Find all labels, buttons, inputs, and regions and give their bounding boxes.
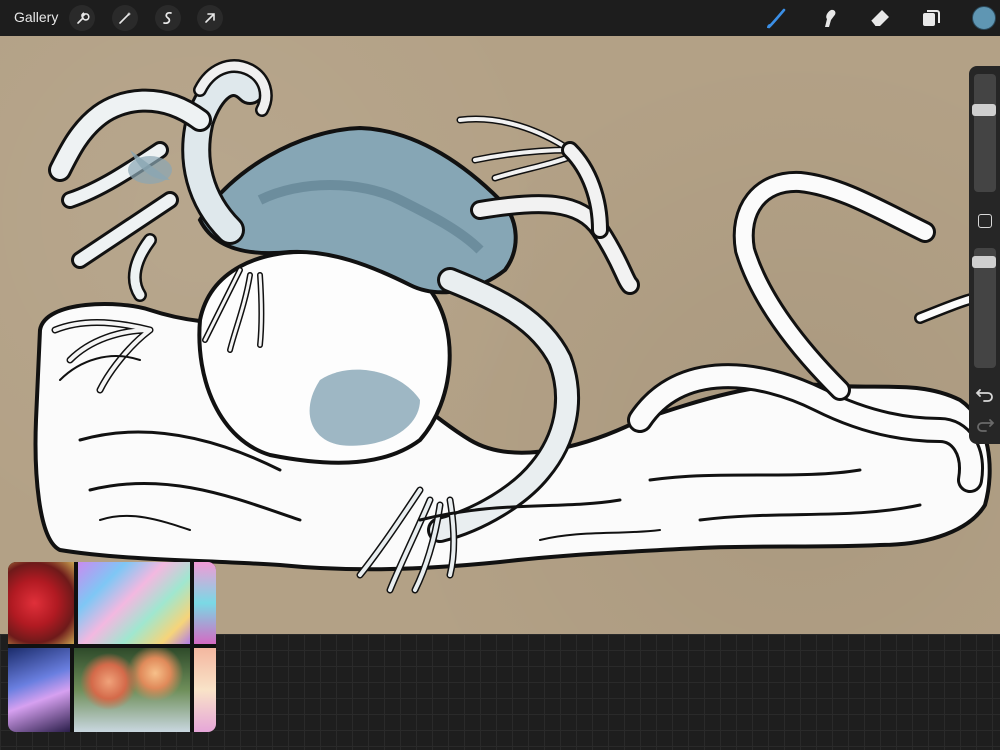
modify-button[interactable]: [978, 214, 992, 228]
opacity-thumb[interactable]: [972, 256, 996, 268]
reference-photo-pastel-edge: [194, 648, 216, 732]
brush-size-thumb[interactable]: [972, 104, 996, 116]
brush-size-slider[interactable]: [972, 74, 996, 192]
redo-icon[interactable]: [975, 416, 995, 432]
transform-arrow-icon[interactable]: [197, 5, 223, 31]
drawing-canvas[interactable]: [0, 36, 1000, 634]
reference-photo-teapot: [8, 648, 70, 732]
undo-icon[interactable]: [975, 386, 995, 402]
gallery-button[interactable]: Gallery: [14, 9, 58, 25]
selection-icon[interactable]: [155, 5, 181, 31]
reference-window[interactable]: [8, 562, 216, 732]
reference-photo-flowers-glass: [74, 648, 190, 732]
opacity-slider[interactable]: [972, 248, 996, 368]
brush-sidebar: [969, 66, 1000, 444]
smudge-icon[interactable]: [817, 6, 841, 30]
brush-icon[interactable]: [765, 6, 789, 30]
reference-photo-iridescent-edge: [194, 562, 216, 644]
reference-photo-crystal-boxes: [78, 562, 190, 644]
color-picker-swatch[interactable]: [972, 6, 996, 30]
wrench-icon[interactable]: [69, 5, 95, 31]
top-toolbar: Gallery: [0, 0, 1000, 36]
reference-photo-red-jelly: [8, 562, 74, 644]
creature-illustration: [33, 59, 992, 594]
eraser-icon[interactable]: [868, 6, 892, 30]
layers-icon[interactable]: [919, 6, 943, 30]
magic-wand-icon[interactable]: [112, 5, 138, 31]
